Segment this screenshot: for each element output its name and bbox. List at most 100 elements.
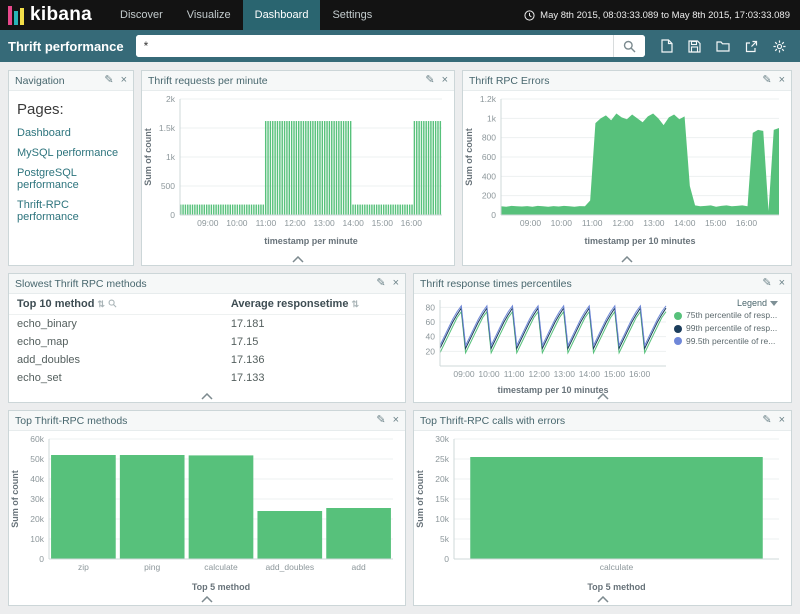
svg-text:20: 20 <box>426 346 436 356</box>
toolbar-icons <box>661 39 786 53</box>
nav-item-dashboard[interactable]: Dashboard <box>243 0 321 30</box>
top-methods-chart[interactable]: 010k20k30k40k50k60kzippingcalculateadd_d… <box>9 431 405 598</box>
panel-navigation: Navigation ✎× Pages: Dashboard MySQL per… <box>8 70 134 266</box>
close-panel-icon[interactable]: × <box>393 415 399 426</box>
edit-panel-icon[interactable]: ✎ <box>762 75 771 86</box>
table-cell: echo_map <box>9 333 223 351</box>
top-navbar: kibana Discover Visualize Dashboard Sett… <box>0 0 800 30</box>
close-panel-icon[interactable]: × <box>121 75 127 86</box>
chevron-up-icon <box>200 393 214 400</box>
svg-text:11:00: 11:00 <box>582 218 603 228</box>
panel-collapse-button[interactable] <box>188 392 226 402</box>
legend-item[interactable]: 75th percentile of resp... <box>674 311 780 321</box>
close-panel-icon[interactable]: × <box>442 75 448 86</box>
column-search-icon[interactable] <box>108 299 117 308</box>
load-dashboard-button[interactable] <box>716 39 730 53</box>
panel-title: Thrift requests per minute <box>148 75 425 87</box>
table-row: add_doubles17.136 <box>9 351 405 369</box>
svg-text:add: add <box>352 562 366 572</box>
svg-text:Sum of count: Sum of count <box>143 128 153 186</box>
share-dashboard-button[interactable] <box>745 39 758 53</box>
panel-collapse-button[interactable] <box>584 595 622 605</box>
rpc-errors-chart[interactable]: 02004006008001k1.2k09:0010:0011:0012:001… <box>463 91 791 252</box>
table-row: echo_map17.15 <box>9 333 405 351</box>
svg-text:400: 400 <box>482 171 496 181</box>
svg-text:Top 5 method: Top 5 method <box>587 582 645 592</box>
close-panel-icon[interactable]: × <box>779 75 785 86</box>
svg-text:60k: 60k <box>30 434 44 444</box>
nav-link-dashboard[interactable]: Dashboard <box>17 127 125 139</box>
edit-panel-icon[interactable]: ✎ <box>376 415 385 426</box>
top-errors-chart[interactable]: 05k10k15k20k25k30kcalculateTop 5 methodS… <box>414 431 791 598</box>
panel-thrift-rpc-errors: Thrift RPC Errors ✎ × 02004006008001k1.2k… <box>462 70 792 266</box>
panel-collapse-button[interactable] <box>608 255 646 265</box>
panel-collapse-button[interactable] <box>188 595 226 605</box>
svg-text:calculate: calculate <box>204 562 238 572</box>
edit-panel-icon[interactable]: ✎ <box>762 278 771 289</box>
save-dashboard-button[interactable] <box>688 39 701 53</box>
column-header-method[interactable]: Top 10 method⇅ <box>9 294 223 315</box>
svg-text:40: 40 <box>426 332 436 342</box>
chevron-up-icon <box>291 256 305 263</box>
nav-item-visualize[interactable]: Visualize <box>175 0 243 30</box>
nav-link-mysql[interactable]: MySQL performance <box>17 147 125 159</box>
svg-text:13:00: 13:00 <box>643 218 665 228</box>
panel-header[interactable]: Thrift requests per minute ✎ × <box>142 71 454 91</box>
requests-per-minute-chart[interactable]: 05001k1.5k2k09:0010:0011:0012:0013:0014:… <box>142 91 454 252</box>
dashboard-title: Thrift performance <box>8 39 124 54</box>
panel-header[interactable]: Top Thrift-RPC calls with errors ✎× <box>414 411 791 431</box>
svg-text:80: 80 <box>426 302 436 312</box>
percentiles-chart[interactable]: 2040608009:0010:0011:0012:0013:0014:0015… <box>414 294 672 401</box>
table-cell: 17.136 <box>223 351 405 369</box>
legend-item[interactable]: 99.5th percentile of re... <box>674 337 780 347</box>
dashboard-options-button[interactable] <box>773 39 786 53</box>
close-panel-icon[interactable]: × <box>779 278 785 289</box>
legend-header[interactable]: Legend <box>676 298 778 308</box>
new-dashboard-button[interactable] <box>661 39 673 53</box>
panel-top-thrift-rpc-methods: Top Thrift-RPC methods ✎× 010k20k30k40k5… <box>8 410 406 606</box>
sort-icon[interactable]: ⇅ <box>97 299 105 309</box>
svg-text:12:00: 12:00 <box>284 218 306 228</box>
search-button[interactable] <box>613 35 645 57</box>
table-row: echo_set17.133 <box>9 369 405 387</box>
edit-panel-icon[interactable]: ✎ <box>762 415 771 426</box>
svg-text:09:00: 09:00 <box>197 218 219 228</box>
chevron-up-icon <box>620 256 634 263</box>
legend-toggle-icon[interactable] <box>770 301 778 306</box>
svg-text:2k: 2k <box>166 94 176 104</box>
kibana-logo-icon <box>8 5 24 25</box>
sort-icon[interactable]: ⇅ <box>351 299 359 309</box>
nav-link-thrift-rpc[interactable]: Thrift-RPC performance <box>17 199 125 223</box>
svg-text:20k: 20k <box>435 474 449 484</box>
panel-header[interactable]: Thrift response times percentiles ✎× <box>414 274 791 294</box>
panel-header[interactable]: Slowest Thrift RPC methods ✎× <box>9 274 405 294</box>
panel-header[interactable]: Thrift RPC Errors ✎ × <box>463 71 791 91</box>
edit-panel-icon[interactable]: ✎ <box>425 75 434 86</box>
panel-header[interactable]: Navigation ✎ × <box>9 71 133 91</box>
chevron-up-icon <box>200 596 214 603</box>
legend-color-dot <box>674 312 682 320</box>
column-header-responsetime[interactable]: Average responsetime⇅ <box>223 294 405 315</box>
panel-thrift-response-times-percentiles: Thrift response times percentiles ✎× 204… <box>413 273 792 403</box>
edit-panel-icon[interactable]: ✎ <box>104 75 113 86</box>
nav-link-postgresql[interactable]: PostgreSQL performance <box>17 167 125 191</box>
svg-text:Sum of count: Sum of count <box>415 470 425 528</box>
panel-header[interactable]: Top Thrift-RPC methods ✎× <box>9 411 405 431</box>
clock-icon <box>524 10 535 21</box>
close-panel-icon[interactable]: × <box>779 415 785 426</box>
nav-item-discover[interactable]: Discover <box>108 0 175 30</box>
edit-panel-icon[interactable]: ✎ <box>376 278 385 289</box>
nav-item-settings[interactable]: Settings <box>320 0 384 30</box>
panel-title: Navigation <box>15 75 104 87</box>
close-panel-icon[interactable]: × <box>393 278 399 289</box>
legend-item[interactable]: 99th percentile of resp... <box>674 324 780 334</box>
panel-collapse-button[interactable] <box>584 392 622 402</box>
kibana-logo[interactable]: kibana <box>0 0 108 30</box>
panel-collapse-button[interactable] <box>279 255 317 265</box>
search-input[interactable] <box>136 35 613 57</box>
svg-text:40k: 40k <box>30 474 44 484</box>
svg-text:16:00: 16:00 <box>736 218 758 228</box>
panel-title: Thrift RPC Errors <box>469 75 762 87</box>
panel-thrift-requests-per-minute: Thrift requests per minute ✎× 05001k1.5k… <box>141 70 455 266</box>
time-picker[interactable]: May 8th 2015, 08:03:33.089 to May 8th 20… <box>524 10 800 21</box>
